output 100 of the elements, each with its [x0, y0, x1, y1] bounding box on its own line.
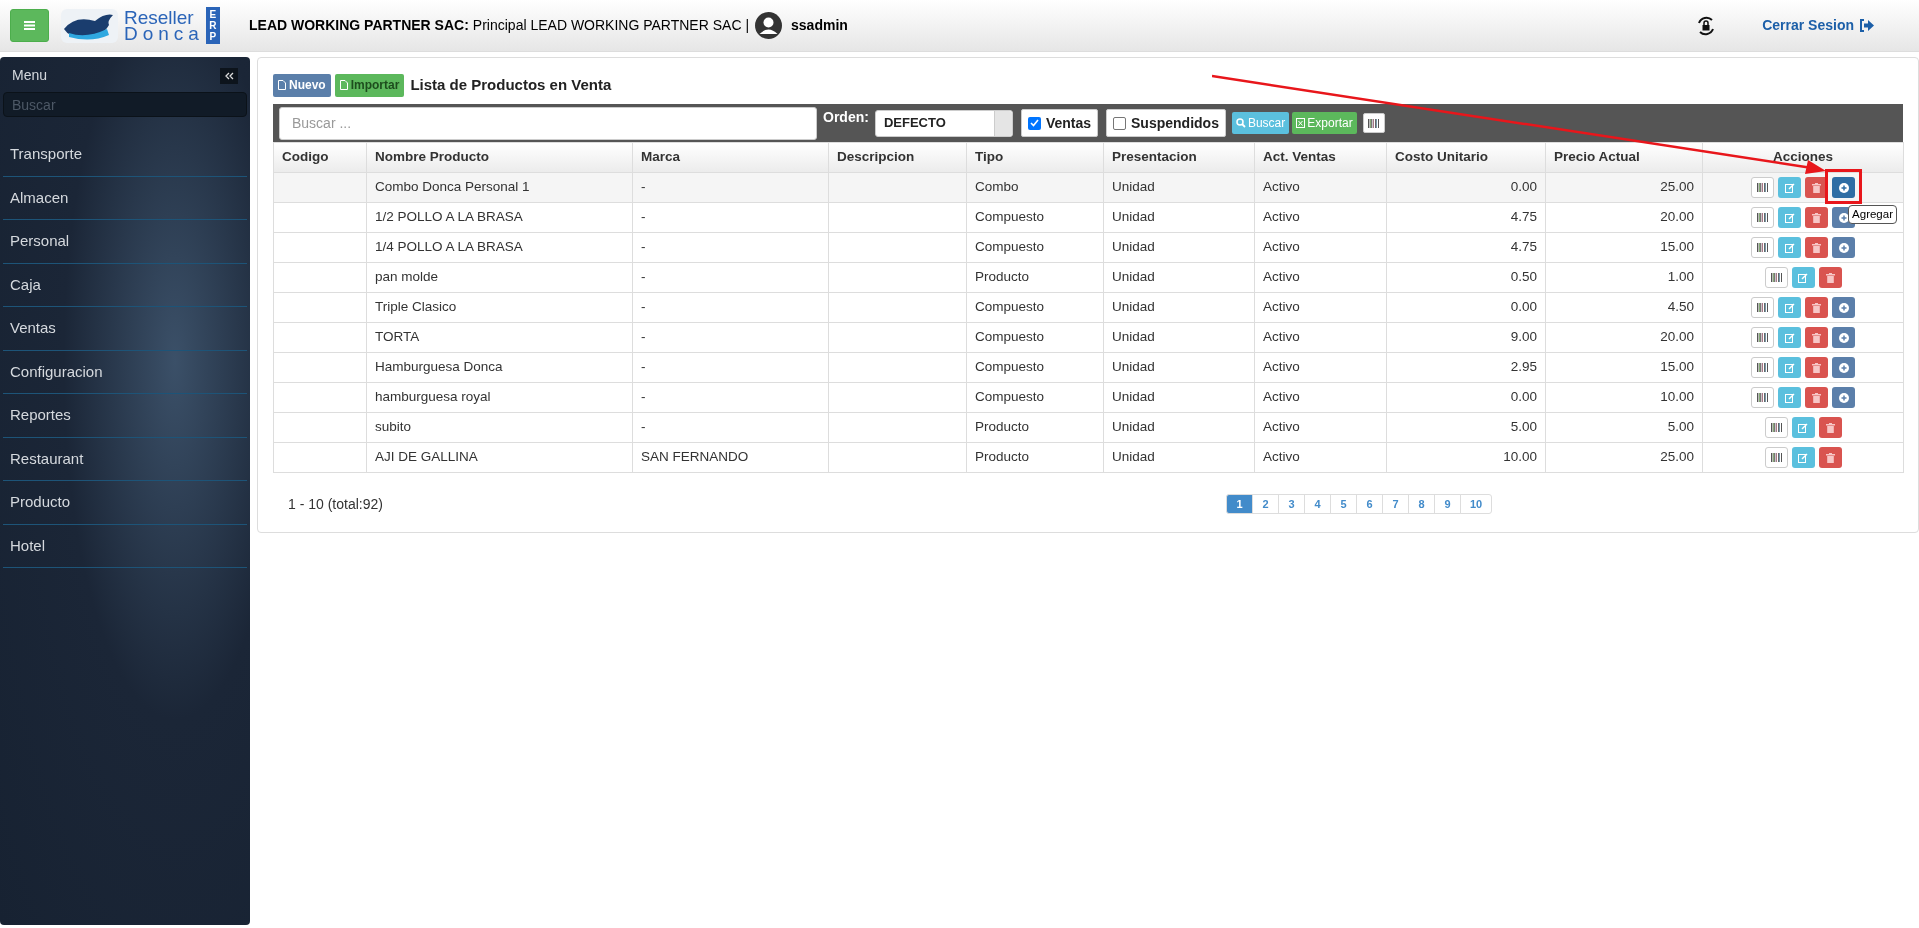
page-link[interactable]: 8 — [1408, 494, 1435, 514]
table-row[interactable]: subito - Producto Unidad Activo 5.00 5.00 — [273, 412, 1904, 443]
logout-link[interactable]: Cerrar Sesion — [1762, 15, 1874, 36]
table-cell: Unidad — [1112, 329, 1155, 345]
page-link[interactable]: 10 — [1460, 494, 1492, 514]
delete-button[interactable] — [1805, 327, 1828, 348]
sidebar-item[interactable]: Transporte — [3, 133, 247, 177]
table-cell: Hamburguesa Donca — [375, 359, 503, 375]
brand-name: Reseller — [124, 9, 194, 26]
page-link[interactable]: 6 — [1356, 494, 1383, 514]
page-link[interactable]: 4 — [1304, 494, 1331, 514]
table-cell: - — [641, 239, 646, 255]
barcode-icon — [1757, 303, 1768, 312]
sidebar-item[interactable]: Ventas — [3, 307, 247, 351]
trash-icon — [1812, 332, 1821, 343]
sidebar-item[interactable]: Restaurant — [3, 437, 247, 481]
add-button[interactable] — [1832, 357, 1855, 378]
page-link[interactable]: 5 — [1330, 494, 1357, 514]
trash-icon — [1812, 242, 1821, 253]
table-cell: 10.00 — [1503, 449, 1537, 465]
table-cell: - — [641, 329, 646, 345]
filter-checkbox[interactable]: Ventas — [1020, 109, 1099, 137]
barcode-button[interactable] — [1751, 327, 1774, 348]
barcode-button[interactable] — [1751, 177, 1774, 198]
sidebar-item[interactable]: Caja — [3, 263, 247, 307]
search-icon — [1235, 118, 1246, 128]
table-row[interactable]: hamburguesa royal - Compuesto Unidad Activo 0.00 10.00 — [273, 382, 1904, 413]
add-button[interactable] — [1832, 177, 1855, 198]
delete-button[interactable] — [1818, 267, 1842, 288]
barcode-button[interactable] — [1751, 357, 1774, 378]
table-row[interactable]: Hamburguesa Donca - Compuesto Unidad Activo 2.95 15.00 — [273, 352, 1904, 383]
menu-button[interactable] — [10, 9, 49, 42]
add-button[interactable] — [1832, 297, 1855, 318]
table-cell: AJI DE GALLINA — [375, 449, 478, 465]
barcode-button[interactable] — [1764, 417, 1788, 438]
add-button[interactable] — [1832, 387, 1855, 408]
barcode-icon — [1770, 273, 1782, 282]
page-link[interactable]: 3 — [1278, 494, 1305, 514]
barcode-button[interactable] — [1751, 207, 1774, 228]
table-cell: 5.00 — [1667, 419, 1694, 435]
order-select[interactable]: DEFECTO — [874, 109, 1013, 137]
column-header: Descripcion — [828, 142, 967, 173]
checkbox[interactable] — [1113, 116, 1127, 130]
table-cell: Unidad — [1112, 269, 1155, 285]
menu-search-field[interactable]: Buscar — [3, 92, 247, 117]
table-cell: 20.00 — [1660, 329, 1694, 345]
sidebar-item[interactable]: Configuracion — [3, 350, 247, 394]
page-link[interactable]: 1 — [1226, 494, 1253, 514]
table-cell: 9.00 — [1510, 329, 1537, 345]
delete-button[interactable] — [1805, 357, 1828, 378]
page-link[interactable]: 9 — [1434, 494, 1461, 514]
page-link[interactable]: 7 — [1382, 494, 1409, 514]
table-cell: Triple Clasico — [375, 299, 457, 315]
barcode-button[interactable] — [1751, 237, 1774, 258]
barcode-button[interactable] — [1362, 113, 1385, 133]
table-cell: Activo — [1263, 389, 1300, 405]
collapse-button[interactable] — [220, 67, 238, 84]
trash-icon — [1812, 362, 1821, 373]
table-cell: Activo — [1263, 299, 1300, 315]
plus-circle-icon — [1838, 302, 1849, 313]
sidebar-item[interactable]: Reportes — [3, 394, 247, 438]
delete-button[interactable] — [1818, 447, 1842, 468]
barcode-button[interactable] — [1764, 267, 1788, 288]
table-cell: Activo — [1263, 239, 1300, 255]
add-button[interactable] — [1832, 237, 1855, 258]
edit-icon — [1798, 422, 1808, 433]
page-link[interactable]: 2 — [1252, 494, 1279, 514]
barcode-icon — [1757, 393, 1768, 402]
sidebar-item[interactable]: Personal — [3, 220, 247, 264]
table-cell: 20.00 — [1660, 209, 1694, 225]
sidebar-item[interactable]: Almacen — [3, 176, 247, 220]
column-header: Tipo — [966, 142, 1104, 173]
delete-button[interactable] — [1805, 297, 1828, 318]
table-cell: 0.00 — [1510, 179, 1537, 195]
table-cell: Producto — [975, 449, 1030, 465]
table-cell: 10.00 — [1660, 389, 1694, 405]
import-button[interactable]: Importar — [334, 73, 405, 97]
filter-checkbox[interactable]: Suspendidos — [1106, 109, 1226, 137]
sidebar-item[interactable]: Producto — [3, 481, 247, 525]
trash-icon — [1812, 212, 1821, 223]
table-row[interactable]: 1/4 POLLO A LA BRASA - Compuesto Unidad Activo 4.75 15.00 — [273, 232, 1904, 263]
barcode-button[interactable] — [1764, 447, 1788, 468]
table-row[interactable]: pan molde - Producto Unidad Activo 0.50 1.00 — [273, 262, 1904, 293]
search-field[interactable]: Buscar ... — [279, 106, 817, 140]
barcode-button[interactable] — [1751, 297, 1774, 318]
delete-button[interactable] — [1805, 237, 1828, 258]
checkbox[interactable] — [1027, 116, 1041, 130]
pagination-summary: 1 - 10 (total:92) — [287, 494, 384, 514]
delete-button[interactable] — [1818, 417, 1842, 438]
sidebar-item[interactable]: Hotel — [3, 524, 247, 568]
add-button[interactable] — [1832, 327, 1855, 348]
order-label: Orden: — [823, 108, 869, 127]
new-button[interactable]: Nuevo — [273, 73, 331, 97]
table-row[interactable]: AJI DE GALLINA SAN FERNANDO Producto Unidad Activo 10.00 25.00 — [273, 442, 1904, 473]
table-row[interactable]: TORTA - Compuesto Unidad Activo 9.00 20.00 — [273, 322, 1904, 353]
barcode-button[interactable] — [1751, 387, 1774, 408]
barcode-icon — [1757, 333, 1768, 342]
edit-icon — [1784, 302, 1795, 313]
table-row[interactable]: Triple Clasico - Compuesto Unidad Activo 0.00 4.50 — [273, 292, 1904, 323]
delete-button[interactable] — [1805, 387, 1828, 408]
